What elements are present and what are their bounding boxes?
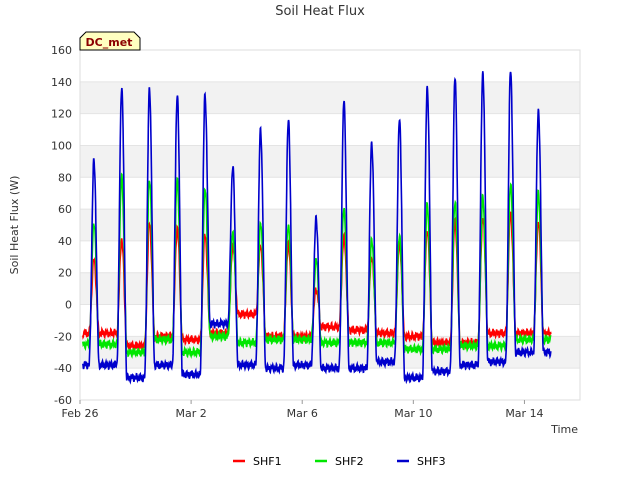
- y-axis-label: Soil Heat Flux (W): [8, 176, 21, 275]
- x-tick-label: Feb 26: [62, 407, 99, 420]
- legend-label-shf1: SHF1: [253, 455, 282, 468]
- y-tick-label: 120: [51, 108, 72, 121]
- soil-heat-flux-chart: Soil Heat Flux -60 -40 -20 0 20 40 60 80 100 120 1…: [8, 4, 581, 468]
- legend-label-shf2: SHF2: [335, 455, 364, 468]
- y-tick-label: 160: [51, 44, 72, 57]
- site-badge: DC_met: [79, 31, 141, 51]
- x-tick-label: Mar 10: [394, 407, 432, 420]
- y-tick-label: 60: [58, 203, 72, 216]
- y-tick-label: 140: [51, 76, 72, 89]
- y-tick-label: 40: [58, 235, 72, 248]
- x-axis-label: Time: [550, 423, 578, 436]
- x-axis-ticks: Feb 26 Mar 2 Mar 6 Mar 10 Mar 14: [62, 400, 544, 420]
- plot-band: [80, 113, 580, 146]
- y-tick-label: -20: [54, 330, 72, 343]
- y-tick-label: 0: [65, 299, 72, 312]
- y-axis-ticks: -60 -40 -20 0 20 40 60 80 100 120 140 160: [51, 44, 72, 407]
- plot-band: [80, 50, 580, 82]
- plot-band: [80, 272, 580, 305]
- x-tick-label: Mar 6: [287, 407, 318, 420]
- plot-band: [80, 81, 580, 114]
- plot-band: [80, 368, 580, 400]
- y-tick-label: 100: [51, 139, 72, 152]
- site-badge-label: DC_met: [86, 36, 133, 49]
- y-tick-label: 20: [58, 267, 72, 280]
- y-tick-label: -40: [54, 362, 72, 375]
- x-tick-label: Mar 14: [505, 407, 543, 420]
- chart-title: Soil Heat Flux: [275, 4, 365, 19]
- legend: SHF1 SHF2 SHF3: [233, 455, 446, 468]
- y-tick-label: 80: [58, 171, 72, 184]
- legend-label-shf3: SHF3: [417, 455, 446, 468]
- plot-band: [80, 177, 580, 210]
- plot-band: [80, 209, 580, 241]
- y-tick-label: -60: [54, 394, 72, 407]
- plot-band: [80, 145, 580, 178]
- plot-band: [80, 240, 580, 273]
- x-tick-label: Mar 2: [175, 407, 206, 420]
